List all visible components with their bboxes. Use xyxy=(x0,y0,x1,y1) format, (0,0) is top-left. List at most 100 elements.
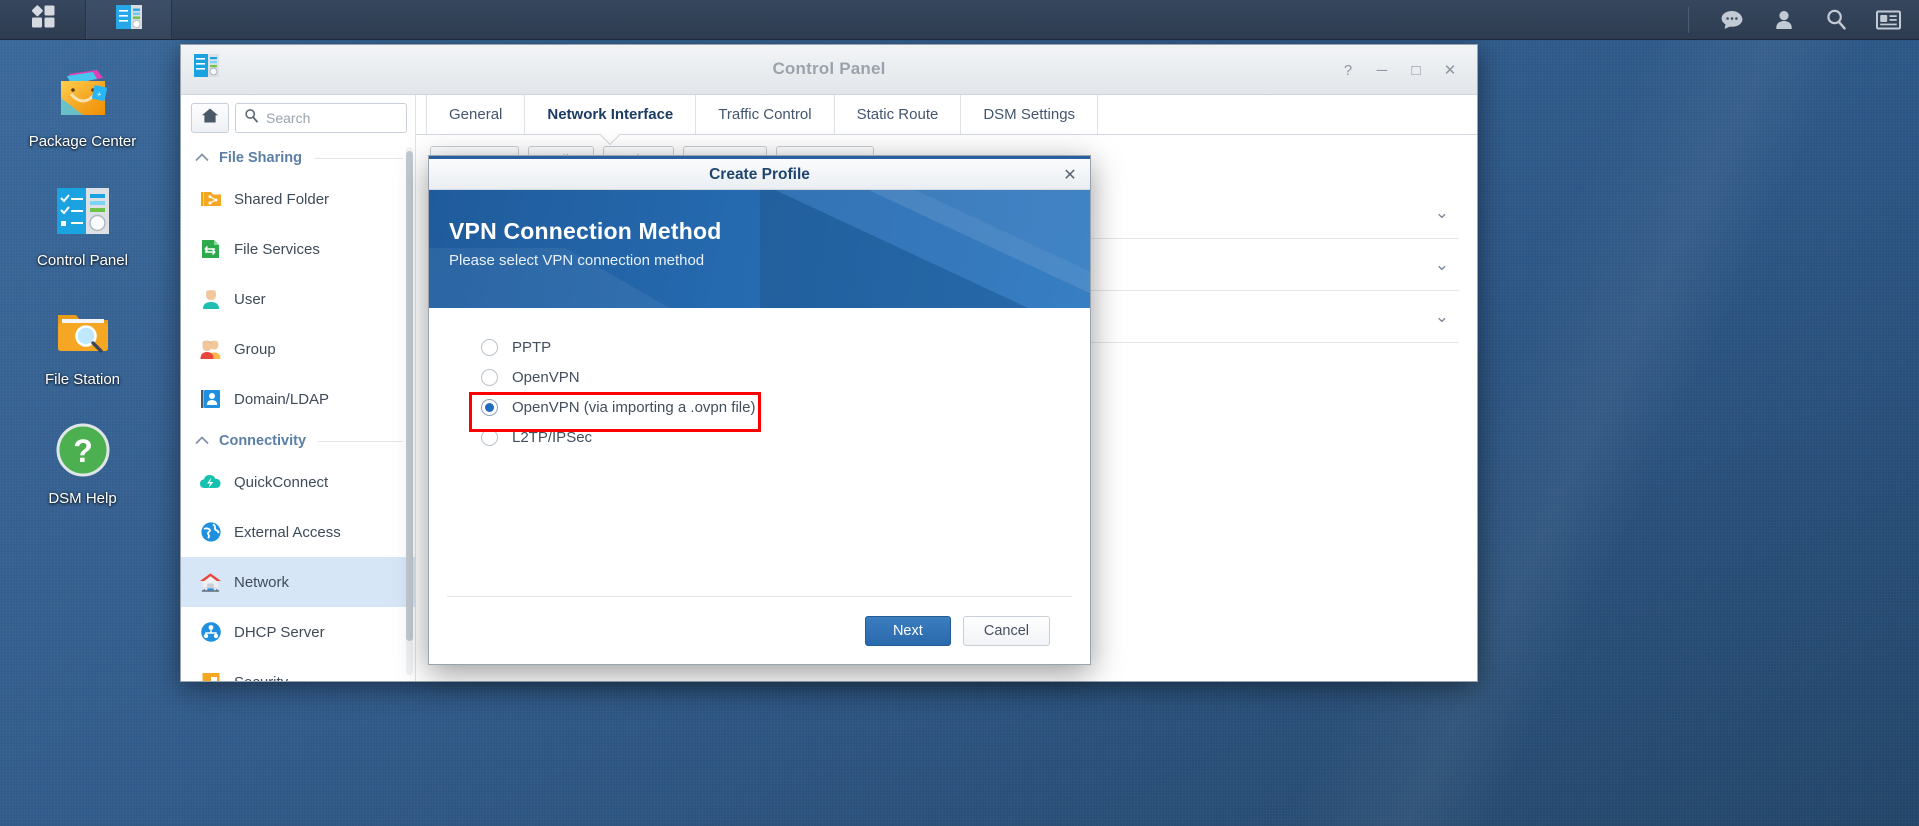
sidebar-group-file-sharing[interactable]: File Sharing xyxy=(181,141,415,174)
tray-separator xyxy=(1688,6,1689,33)
sidebar-item-label: QuickConnect xyxy=(234,473,329,491)
radio-option-l2tp-ipsec[interactable]: L2TP/IPSec xyxy=(429,422,1090,452)
sidebar-item-label: Group xyxy=(234,340,276,358)
quickconnect-icon xyxy=(199,471,222,494)
sidebar-item-shared-folder[interactable]: Shared Folder xyxy=(181,174,415,224)
magnifier-icon[interactable] xyxy=(1823,7,1849,33)
control-panel-icon xyxy=(114,3,144,36)
radio-icon[interactable] xyxy=(481,338,498,356)
desktop-icon-control-panel[interactable]: Control Panel xyxy=(0,171,165,276)
tab-traffic-control[interactable]: Traffic Control xyxy=(696,95,835,134)
sidebar-item-label: Security xyxy=(234,674,288,682)
desktop-icon-dsm-help[interactable]: ? DSM Help xyxy=(0,409,165,514)
tab-network-interface[interactable]: Network Interface xyxy=(525,95,697,134)
radio-icon[interactable] xyxy=(481,428,498,446)
search-placeholder: Search xyxy=(266,110,311,126)
file-station-icon xyxy=(0,300,165,362)
control-panel-titlebar[interactable]: Control Panel ? ─ □ ✕ xyxy=(181,45,1477,95)
sidebar-item-label: Domain/LDAP xyxy=(234,390,330,408)
sidebar-item-label: File Services xyxy=(234,240,320,258)
help-button[interactable]: ? xyxy=(1331,57,1365,83)
radio-label: L2TP/IPSec xyxy=(512,428,593,446)
cancel-button[interactable]: Cancel xyxy=(962,615,1050,646)
radio-label: OpenVPN (via importing a .ovpn file) xyxy=(512,398,756,416)
chevron-up-icon xyxy=(195,150,209,166)
dialog-content: PPTP OpenVPN OpenVPN (via importing a .o… xyxy=(429,308,1090,596)
sidebar-item-group[interactable]: Group xyxy=(181,324,415,374)
tab-dsm-settings[interactable]: DSM Settings xyxy=(961,95,1099,134)
dialog-banner: VPN Connection Method Please select VPN … xyxy=(429,190,1090,308)
sidebar-item-quickconnect[interactable]: QuickConnect xyxy=(181,457,415,507)
control-panel-sidebar: Search File Sharing Shared Folder File S… xyxy=(181,95,416,681)
sidebar-item-label: Shared Folder xyxy=(234,190,330,208)
divider xyxy=(314,157,403,159)
radio-option-openvpn-import[interactable]: OpenVPN (via importing a .ovpn file) xyxy=(429,392,1090,422)
network-icon xyxy=(199,571,222,594)
page-title: Control Panel xyxy=(772,59,886,78)
chevron-up-icon xyxy=(195,433,209,449)
radio-option-openvpn[interactable]: OpenVPN xyxy=(429,362,1090,392)
desktop-icon-label: Control Panel xyxy=(37,252,128,269)
search-input[interactable]: Search xyxy=(235,103,407,133)
divider xyxy=(318,440,403,442)
svg-text:?: ? xyxy=(73,433,93,469)
radio-icon-selected[interactable] xyxy=(481,398,498,416)
sidebar-item-external-access[interactable]: External Access xyxy=(181,507,415,557)
radio-label: OpenVPN xyxy=(512,368,580,386)
person-icon[interactable] xyxy=(1771,7,1797,33)
maximize-button[interactable]: □ xyxy=(1399,57,1433,83)
chevron-down-icon[interactable]: ⌄ xyxy=(1435,203,1449,223)
widget-panel-icon[interactable] xyxy=(1875,7,1901,33)
apps-grid-icon xyxy=(29,3,57,36)
taskbar-spacer xyxy=(172,0,1688,39)
chat-bubble-icon[interactable] xyxy=(1719,7,1745,33)
home-button[interactable] xyxy=(191,103,229,133)
sidebar-item-network[interactable]: Network xyxy=(181,557,415,607)
window-controls: ? ─ □ ✕ xyxy=(1331,57,1467,83)
external-access-icon xyxy=(199,521,222,544)
sidebar-item-label: DHCP Server xyxy=(234,623,325,641)
taskbar-button-control-panel[interactable] xyxy=(86,0,172,39)
radio-option-pptp[interactable]: PPTP xyxy=(429,332,1090,362)
desktop-icon-package-center[interactable]: + Package Center xyxy=(0,52,165,157)
sidebar-item-label: Network xyxy=(234,573,290,591)
package-center-icon: + xyxy=(0,62,165,124)
dhcp-server-icon xyxy=(199,621,222,644)
next-button[interactable]: Next xyxy=(864,615,951,646)
banner-subtitle: Please select VPN connection method xyxy=(449,252,705,269)
close-icon[interactable]: ✕ xyxy=(1058,164,1082,186)
security-icon xyxy=(199,671,222,681)
sidebar-item-dhcp-server[interactable]: DHCP Server xyxy=(181,607,415,657)
sidebar-scroll-area: File Sharing Shared Folder File Services… xyxy=(181,141,415,681)
desktop-icon-label: DSM Help xyxy=(48,490,117,507)
banner-title: VPN Connection Method xyxy=(449,218,722,244)
desktop-icon-file-station[interactable]: File Station xyxy=(0,290,165,395)
tab-general[interactable]: General xyxy=(426,95,526,134)
home-icon xyxy=(201,107,219,129)
sidebar-item-file-services[interactable]: File Services xyxy=(181,224,415,274)
minimize-button[interactable]: ─ xyxy=(1365,57,1399,83)
control-panel-icon xyxy=(0,181,165,243)
radio-icon[interactable] xyxy=(481,368,498,386)
tab-static-route[interactable]: Static Route xyxy=(835,95,962,134)
chevron-down-icon[interactable]: ⌄ xyxy=(1435,255,1449,275)
sidebar-group-label: Connectivity xyxy=(219,433,307,449)
sidebar-scrollbar-thumb[interactable] xyxy=(406,151,413,641)
chevron-down-icon[interactable]: ⌄ xyxy=(1435,307,1449,327)
create-profile-dialog: Create Profile ✕ VPN Connection Method P… xyxy=(428,155,1091,665)
dialog-title: Create Profile xyxy=(709,166,810,183)
user-icon xyxy=(199,288,222,311)
sidebar-item-user[interactable]: User xyxy=(181,274,415,324)
desktop-icon-list: + Package Center Control Panel File Stat… xyxy=(0,52,165,528)
group-icon xyxy=(199,338,222,361)
desktop-icon-label: Package Center xyxy=(28,133,137,150)
dialog-titlebar[interactable]: Create Profile ✕ xyxy=(429,156,1090,190)
close-button[interactable]: ✕ xyxy=(1433,57,1467,83)
sidebar-item-security[interactable]: Security xyxy=(181,657,415,681)
radio-label: PPTP xyxy=(512,338,552,356)
sidebar-group-connectivity[interactable]: Connectivity xyxy=(181,424,415,457)
desktop-icon-label: File Station xyxy=(44,371,121,388)
taskbar-button-main-menu[interactable] xyxy=(0,0,86,39)
sidebar-group-label: File Sharing xyxy=(219,150,302,166)
sidebar-item-domain-ldap[interactable]: Domain/LDAP xyxy=(181,374,415,424)
